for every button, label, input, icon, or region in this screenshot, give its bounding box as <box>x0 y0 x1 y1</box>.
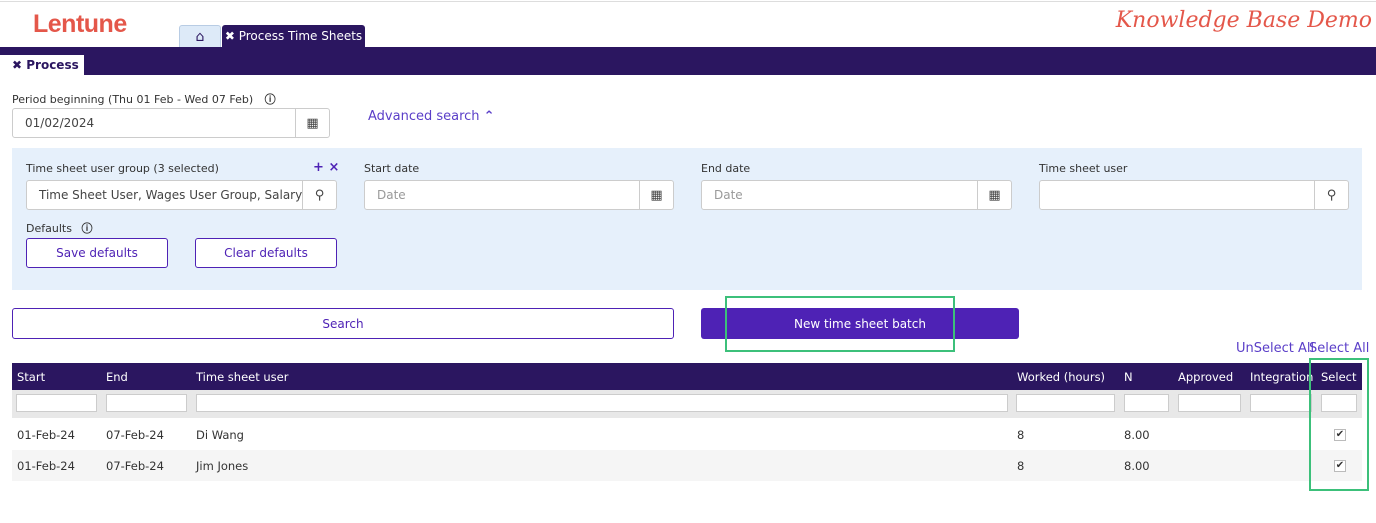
save-defaults-button[interactable]: Save defaults <box>26 238 168 268</box>
filter-n[interactable] <box>1124 394 1169 412</box>
top-border <box>0 1 1376 2</box>
home-tab[interactable]: ⌂ <box>179 25 221 47</box>
filter-integration[interactable] <box>1250 394 1312 412</box>
search-icon[interactable]: ⚲ <box>302 181 336 209</box>
cell-worked: 8 <box>1017 427 1025 442</box>
filter-user[interactable] <box>196 394 1008 412</box>
clear-defaults-button[interactable]: Clear defaults <box>195 238 337 268</box>
filter-start[interactable] <box>16 394 97 412</box>
cell-start: 01-Feb-24 <box>17 427 75 442</box>
table-row[interactable]: 01-Feb-24 07-Feb-24 Jim Jones 8 8.00 ✔ <box>12 450 1362 481</box>
select-all-link[interactable]: Select All <box>1309 341 1369 356</box>
unselect-all-link[interactable]: UnSelect All <box>1236 341 1314 356</box>
tab-process-time-sheets[interactable]: ✖ Process Time Sheets <box>222 25 365 47</box>
filter-worked[interactable] <box>1016 394 1115 412</box>
knowledge-base-demo-label: Knowledge Base Demo <box>1115 8 1372 33</box>
start-date-label: Start date <box>364 162 420 175</box>
nav-band <box>0 47 1376 75</box>
end-date-label: End date <box>701 162 751 175</box>
col-user[interactable]: Time sheet user <box>196 363 288 390</box>
table-header: Start End Time sheet user Worked (hours)… <box>12 363 1362 390</box>
period-label: Period beginning (Thu 01 Feb - Wed 07 Fe… <box>12 93 276 106</box>
highlight-box <box>1309 358 1369 491</box>
search-icon[interactable]: ⚲ <box>1314 181 1348 209</box>
time-sheet-user-label: Time sheet user <box>1039 162 1128 175</box>
col-end[interactable]: End <box>106 363 128 390</box>
col-integration[interactable]: Integration <box>1250 363 1313 390</box>
cell-user: Jim Jones <box>196 458 249 473</box>
filter-end[interactable] <box>106 394 187 412</box>
highlight-box <box>725 296 955 352</box>
info-icon: ⓘ <box>81 222 93 235</box>
cell-n: 8.00 <box>1124 458 1150 473</box>
defaults-label: Defaults ⓘ <box>26 222 93 235</box>
col-start[interactable]: Start <box>17 363 45 390</box>
search-button[interactable]: Search <box>12 308 674 339</box>
cell-worked: 8 <box>1017 458 1025 473</box>
start-date-input[interactable]: Date ▦ <box>364 180 674 210</box>
col-worked[interactable]: Worked (hours) <box>1017 363 1105 390</box>
col-n[interactable]: N <box>1124 363 1133 390</box>
calendar-icon[interactable]: ▦ <box>977 181 1011 209</box>
cell-n: 8.00 <box>1124 427 1150 442</box>
col-approved[interactable]: Approved <box>1178 363 1233 390</box>
filter-approved[interactable] <box>1178 394 1241 412</box>
info-icon: ⓘ <box>264 93 276 106</box>
user-group-label: Time sheet user group (3 selected) <box>26 162 219 175</box>
subtab-process[interactable]: ✖ Process <box>0 55 84 75</box>
filter-row <box>12 390 1362 418</box>
cell-end: 07-Feb-24 <box>106 427 164 442</box>
home-icon: ⌂ <box>195 28 205 45</box>
cell-start: 01-Feb-24 <box>17 458 75 473</box>
cell-user: Di Wang <box>196 427 244 442</box>
clear-icon[interactable]: × <box>328 160 339 175</box>
table-row[interactable]: 01-Feb-24 07-Feb-24 Di Wang 8 8.00 ✔ <box>12 419 1362 450</box>
end-date-input[interactable]: Date ▦ <box>701 180 1012 210</box>
calendar-icon[interactable]: ▦ <box>295 109 329 137</box>
period-input[interactable]: 01/02/2024 ▦ <box>12 108 330 138</box>
add-icon[interactable]: + <box>313 160 324 175</box>
cell-end: 07-Feb-24 <box>106 458 164 473</box>
advanced-search-link[interactable]: Advanced search ⌃ <box>368 109 495 124</box>
chevron-up-icon: ⌃ <box>483 109 495 124</box>
lentune-logo[interactable]: Lentune <box>33 10 127 39</box>
calendar-icon[interactable]: ▦ <box>639 181 673 209</box>
user-group-input[interactable]: Time Sheet User, Wages User Group, Salar… <box>26 180 337 210</box>
time-sheet-user-input[interactable]: ⚲ <box>1039 180 1349 210</box>
